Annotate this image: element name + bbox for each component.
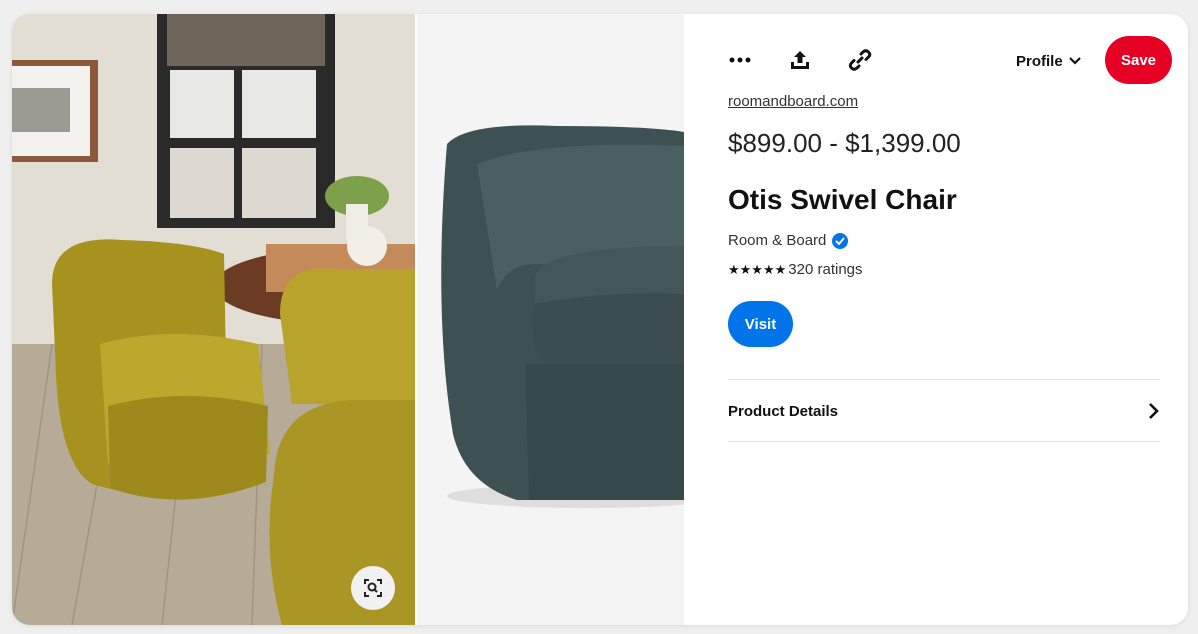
link-icon [848,49,872,71]
share-icon [791,51,809,69]
visual-search-button[interactable] [351,566,395,610]
chevron-down-icon [1068,57,1081,65]
lifestyle-image[interactable] [12,14,415,625]
profile-dropdown[interactable]: Profile [1016,50,1081,72]
brand-row[interactable]: Room & Board [728,232,849,249]
product-title: Otis Swivel Chair [728,184,957,215]
visit-button[interactable]: Visit [728,301,793,347]
chair-product-illustration [441,125,684,508]
product-price: $899.00 - $1,399.00 [728,128,961,158]
save-button[interactable]: Save [1105,36,1172,84]
more-options-button[interactable] [722,42,758,78]
product-details-row[interactable]: Product Details [728,380,1160,442]
ratings-count: 320 ratings [788,261,863,278]
pin-card: Profile Save roomandboard.com $899.00 - … [12,14,1188,625]
source-link[interactable]: roomandboard.com [728,93,858,110]
room-scene-illustration [12,14,415,625]
product-image[interactable] [417,14,684,625]
star-rating-icon: ★★★★★ [728,261,787,277]
pin-toolbar: Profile Save [684,36,1188,86]
visual-search-icon [364,579,382,597]
share-button[interactable] [782,42,818,78]
brand-name: Room & Board [728,232,827,249]
verified-badge-icon [832,232,849,249]
more-icon [729,57,751,63]
divider [728,441,1160,442]
product-details-label: Product Details [728,402,839,420]
profile-label: Profile [1016,52,1063,70]
chevron-right-icon [1149,403,1159,419]
rating-row: ★★★★★ 320 ratings [728,261,863,278]
copy-link-button[interactable] [842,42,878,78]
pin-detail-panel: Profile Save roomandboard.com $899.00 - … [684,14,1188,625]
